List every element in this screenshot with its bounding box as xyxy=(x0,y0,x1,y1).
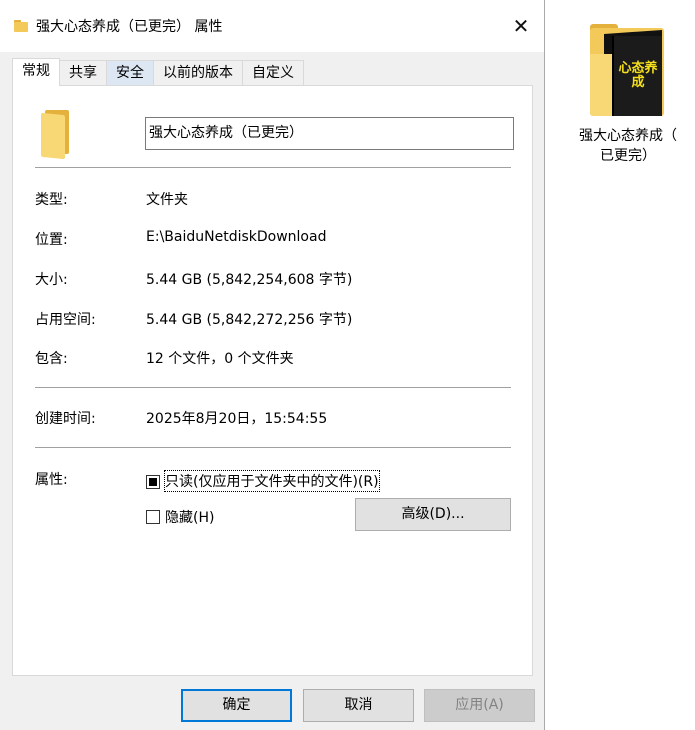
size-label: 大小: xyxy=(35,272,68,288)
type-value: 文件夹 xyxy=(146,192,188,208)
hidden-checkbox[interactable] xyxy=(146,510,160,524)
folder-name-input[interactable]: 强大心态养成（已更完） xyxy=(145,117,514,150)
ok-button[interactable]: 确定 xyxy=(181,689,292,722)
tab-general[interactable]: 常规 xyxy=(12,58,60,86)
large-folder-icon xyxy=(41,110,71,160)
readonly-label[interactable]: 只读(仅应用于文件夹中的文件)(R) xyxy=(164,470,380,492)
attributes-label: 属性: xyxy=(35,472,68,488)
tab-security[interactable]: 安全 xyxy=(106,60,154,86)
close-icon: ✕ xyxy=(512,14,530,38)
size-on-disk-value: 5.44 GB (5,842,272,256 字节) xyxy=(146,312,353,328)
desktop-icon-label: 强大心态养成（ 已更完） xyxy=(579,128,677,164)
size-value: 5.44 GB (5,842,254,608 字节) xyxy=(146,272,353,288)
contains-value: 12 个文件，0 个文件夹 xyxy=(146,351,294,367)
advanced-button[interactable]: 高级(D)... xyxy=(355,498,511,531)
contains-label: 包含: xyxy=(35,351,68,367)
general-panel: 强大心态养成（已更完） 类型: 文件夹 位置: E:\BaiduNetdiskD… xyxy=(12,85,533,676)
title-bar[interactable]: 强大心态养成（已更完） 属性 ✕ xyxy=(0,0,544,52)
close-button[interactable]: ✕ xyxy=(498,0,544,52)
type-label: 类型: xyxy=(35,192,68,208)
location-value: E:\BaiduNetdiskDownload xyxy=(146,229,327,245)
apply-button[interactable]: 应用(A) xyxy=(424,689,535,722)
separator xyxy=(35,167,511,168)
book-cover-text: 心态养成 xyxy=(618,61,658,90)
tab-customize[interactable]: 自定义 xyxy=(242,60,304,86)
location-label: 位置: xyxy=(35,232,68,248)
hidden-label[interactable]: 隐藏(H) xyxy=(165,507,214,527)
readonly-checkbox[interactable] xyxy=(146,475,160,489)
folder-thumbnail-icon: 心态养成 xyxy=(588,24,668,120)
tab-sharing[interactable]: 共享 xyxy=(59,60,107,86)
created-label: 创建时间: xyxy=(35,411,96,427)
window-title: 强大心态养成（已更完） 属性 xyxy=(36,19,223,35)
created-value: 2025年8月20日，15:54:55 xyxy=(146,411,328,427)
tab-previous-versions[interactable]: 以前的版本 xyxy=(153,60,243,86)
desktop-folder-icon[interactable]: 心态养成 强大心态养成（ 已更完） xyxy=(566,24,690,166)
separator xyxy=(35,447,511,448)
cancel-button[interactable]: 取消 xyxy=(303,689,414,722)
separator xyxy=(35,387,511,388)
size-on-disk-label: 占用空间: xyxy=(35,312,96,328)
properties-dialog: 强大心态养成（已更完） 属性 ✕ 常规 共享 安全 以前的版本 自定义 强大心态… xyxy=(0,0,545,730)
tab-bar: 常规 共享 安全 以前的版本 自定义 xyxy=(12,58,304,86)
folder-icon xyxy=(14,20,28,32)
